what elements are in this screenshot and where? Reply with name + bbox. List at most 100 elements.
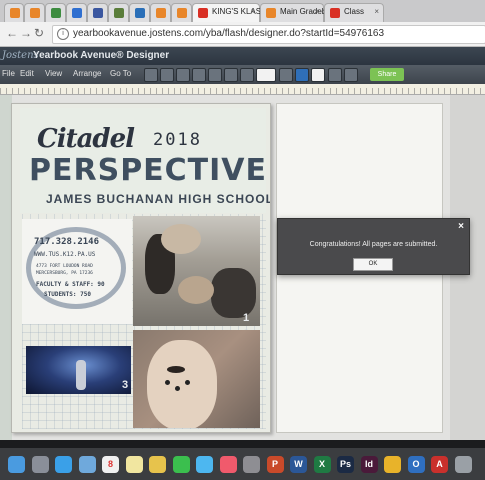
back-icon[interactable]: ← (6, 26, 18, 40)
school-name: JAMES BUCHANAN HIGH SCHOOL (46, 192, 271, 206)
info-icon[interactable]: i (57, 28, 69, 40)
align-icon[interactable] (344, 68, 358, 82)
address-line-1: 4773 FORT LOUDON ROAD (36, 264, 93, 269)
notes-icon[interactable] (125, 456, 143, 473)
trash-icon[interactable] (454, 456, 472, 473)
browser-tab[interactable] (4, 3, 24, 22)
forward-icon[interactable]: → (20, 26, 32, 40)
tab-label: Class (344, 7, 365, 16)
menu-view[interactable]: View (45, 69, 62, 78)
tab-favicon-icon (156, 8, 166, 18)
browser-tab[interactable] (129, 3, 150, 22)
tab-favicon-icon (198, 8, 208, 18)
word-icon[interactable]: W (290, 456, 307, 473)
chrome-icon[interactable] (384, 456, 401, 473)
submission-dialog: × Congratulations! All pages are submitt… (277, 218, 470, 275)
photoshop-icon[interactable]: Ps (337, 456, 354, 473)
browser-tab-strip: KING'S KLASS B × Main Gradebook × Class × (0, 0, 485, 23)
contact-info-box[interactable]: 717.328.2146 WWW.TUS.K12.PA.US 4773 FORT… (22, 219, 132, 324)
cover-title: PERSPECTIVE (29, 153, 268, 188)
menu-file[interactable]: File (2, 69, 15, 78)
citadel-title: Citadel (37, 124, 135, 154)
crop-icon[interactable] (224, 68, 238, 82)
address-line-2: MERCERSBURG, PA 17236 (36, 271, 93, 276)
photos-icon[interactable] (149, 456, 166, 473)
excel-icon[interactable]: X (313, 456, 331, 473)
tab-favicon-icon (114, 8, 124, 18)
print-icon[interactable] (160, 68, 174, 82)
website: WWW.TUS.K12.PA.US (34, 251, 96, 258)
dock: 8 P W X Ps Id O A (0, 448, 485, 480)
reload-icon[interactable]: ↻ (34, 26, 44, 40)
menu-go-to[interactable]: Go To (110, 69, 131, 78)
powerpoint-icon[interactable]: P (266, 456, 284, 473)
tab-close-icon[interactable]: × (250, 7, 255, 16)
menu-edit[interactable]: Edit (20, 69, 34, 78)
photo-face-closeup[interactable] (133, 330, 260, 428)
browser-tab[interactable]: Main Gradebook × (260, 3, 339, 22)
facetime-icon[interactable] (172, 456, 190, 473)
browser-tab[interactable] (87, 3, 108, 22)
close-icon[interactable]: × (458, 221, 464, 232)
tab-close-icon[interactable]: × (314, 7, 319, 16)
stroke-select[interactable] (256, 68, 276, 82)
cover-page[interactable]: Citadel 2018 PERSPECTIVE JAMES BUCHANAN … (11, 103, 271, 433)
browser-tab[interactable]: KING'S KLASS B × (192, 3, 274, 22)
browser-tab[interactable] (45, 3, 66, 22)
app-title-bar: Jostens Yearbook Avenue® Designer (0, 47, 485, 65)
page-number-1: 1 (243, 312, 250, 324)
browser-tab[interactable] (171, 3, 192, 22)
undo-icon[interactable] (176, 68, 190, 82)
browser-tab[interactable]: Class × (324, 3, 384, 22)
app-title: Yearbook Avenue® Designer (33, 50, 170, 61)
launchpad-icon[interactable] (31, 456, 49, 473)
color-icon[interactable] (295, 68, 309, 82)
screen: KING'S KLASS B × Main Gradebook × Class × ← →… (0, 0, 485, 480)
tab-favicon-icon (10, 8, 20, 18)
dialog-message: Congratulations! All pages are submitted… (309, 241, 438, 248)
browser-tab[interactable] (66, 3, 87, 22)
phone-number: 717.328.2146 (34, 237, 100, 247)
tab-favicon-icon (266, 8, 276, 18)
photo-students-lying[interactable] (133, 216, 260, 326)
url-field[interactable]: i yearbookavenue.jostens.com/yba/flash/d… (52, 25, 485, 44)
fill-icon[interactable] (279, 68, 293, 82)
acrobat-icon[interactable]: A (431, 456, 448, 473)
music-icon[interactable] (219, 456, 237, 473)
student-count: STUDENTS: 750 (44, 291, 91, 298)
mail-icon[interactable] (78, 456, 96, 473)
tab-favicon-icon (93, 8, 103, 18)
address-bar: ← → ↻ i yearbookavenue.jostens.com/yba/f… (0, 22, 485, 47)
font-select[interactable] (311, 68, 325, 82)
monitor-bezel (0, 440, 485, 448)
faculty-count: FACULTY & STAFF: 90 (36, 281, 105, 288)
redo-icon[interactable] (192, 68, 206, 82)
finder-icon[interactable] (8, 456, 25, 473)
indesign-icon[interactable]: Id (360, 456, 378, 473)
menu-arrange[interactable]: Arrange (73, 69, 101, 78)
safari-icon[interactable] (55, 456, 72, 473)
calendar-icon[interactable]: 8 (102, 456, 119, 473)
ok-button[interactable]: OK (353, 258, 393, 271)
tab-favicon-icon (330, 8, 340, 18)
tool-icon[interactable] (208, 68, 222, 82)
save-icon[interactable] (144, 68, 158, 82)
line-icon[interactable] (240, 68, 254, 82)
browser-tab[interactable] (24, 3, 45, 22)
cover-year: 2018 (153, 130, 202, 150)
photo-stage-performer[interactable] (26, 346, 131, 394)
browser-tab[interactable] (150, 3, 171, 22)
url-text: yearbookavenue.jostens.com/yba/flash/des… (73, 28, 385, 39)
tab-favicon-icon (135, 8, 145, 18)
browser-tab[interactable] (108, 3, 129, 22)
menu-bar: File Edit View Arrange Go To Share (0, 65, 485, 84)
page-number-3: 3 (122, 379, 129, 391)
text-color-icon[interactable] (328, 68, 342, 82)
share-button[interactable]: Share (370, 68, 404, 81)
photo-caption (30, 396, 130, 414)
tab-close-icon[interactable]: × (374, 7, 379, 16)
preferences-icon[interactable] (243, 456, 260, 473)
tab-favicon-icon (177, 8, 187, 18)
outlook-icon[interactable]: O (407, 456, 425, 473)
messages-icon[interactable] (196, 456, 213, 473)
